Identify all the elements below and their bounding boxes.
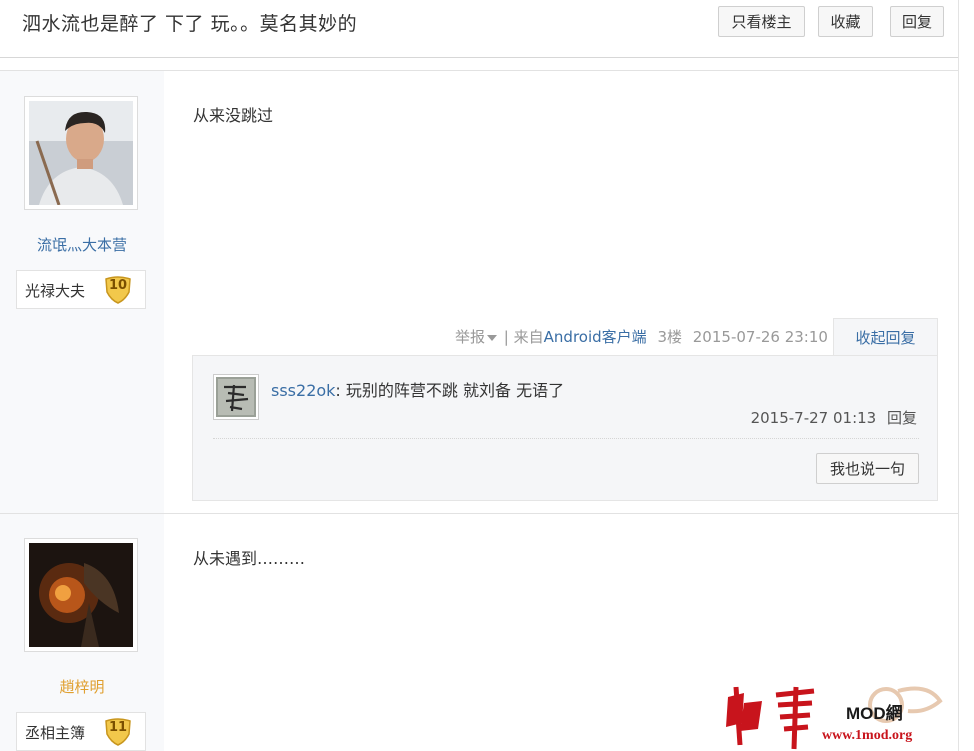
post-content: 从来没跳过	[193, 106, 274, 125]
level-number: 11	[108, 720, 128, 735]
comment-line: sss22ok: 玩别的阵营不跳 就刘备 无语了	[271, 377, 564, 401]
comment-meta: 2015-7-27 01:13 回复	[751, 407, 917, 428]
rank-label: 光禄大夫	[25, 282, 86, 300]
svg-text:MOD網: MOD網	[846, 703, 903, 723]
username-link[interactable]: 流氓灬大本营	[0, 234, 164, 255]
avatar-photo	[29, 543, 133, 647]
avatar[interactable]	[24, 538, 138, 652]
avatar-photo	[29, 101, 133, 206]
favorite-button[interactable]: 收藏	[818, 6, 873, 37]
comment-avatar-image	[216, 377, 256, 417]
client-link[interactable]: Android客户端	[544, 328, 647, 346]
report-link[interactable]: 举报	[455, 328, 485, 346]
user-rank-box: 丞相主簿 11	[16, 712, 146, 751]
user-rank-box: 光禄大夫 10	[16, 270, 146, 309]
comment-username[interactable]: sss22ok	[271, 381, 335, 400]
thread-page: 泗水流也是醉了 下了 玩。。莫名其妙的 只看楼主 收藏 回复 流氓灬大本营 光禄…	[0, 0, 958, 751]
post-author-column: 流氓灬大本营 光禄大夫 10	[0, 71, 164, 513]
from-prefix: 来自	[513, 328, 544, 346]
svg-text:www.1mod.org: www.1mod.org	[822, 728, 912, 743]
comment-reply-link[interactable]: 回复	[887, 409, 917, 427]
avatar[interactable]	[24, 96, 138, 210]
thread-header: 泗水流也是醉了 下了 玩。。莫名其妙的 只看楼主 收藏 回复	[0, 0, 958, 58]
floor-number: 3楼	[657, 328, 682, 346]
only-author-button[interactable]: 只看楼主	[718, 6, 805, 37]
meta-separator: |	[503, 328, 509, 346]
collapse-replies-tab[interactable]: 收起回复	[833, 318, 938, 356]
comment-time: 2015-7-27 01:13	[750, 409, 877, 427]
comment-box: sss22ok: 玩别的阵营不跳 就刘备 无语了 2015-7-27 01:13…	[192, 355, 938, 501]
scrollbar-track[interactable]	[958, 0, 974, 751]
comment-divider	[213, 438, 919, 439]
post-meta: 举报 | 来自Android客户端 3楼 2015-07-26 23:10	[455, 326, 828, 347]
level-number: 10	[108, 278, 128, 293]
rank-label: 丞相主簿	[25, 724, 86, 742]
username-link[interactable]: 趙梓明	[0, 676, 164, 697]
add-comment-button[interactable]: 我也说一句	[816, 453, 919, 484]
post-content: 从未遇到………	[193, 549, 306, 568]
site-watermark-logo: MOD網 www.1mod.org	[726, 686, 943, 750]
thread-title: 泗水流也是醉了 下了 玩。。莫名其妙的	[22, 13, 358, 35]
post-author-column: 趙梓明 丞相主簿 11	[0, 514, 164, 751]
post-time: 2015-07-26 23:10	[692, 328, 828, 346]
comment-text: : 玩别的阵营不跳 就刘备 无语了	[335, 381, 565, 400]
comment-avatar[interactable]	[213, 374, 259, 420]
caret-down-icon[interactable]	[487, 334, 498, 341]
reply-button[interactable]: 回复	[890, 6, 944, 37]
